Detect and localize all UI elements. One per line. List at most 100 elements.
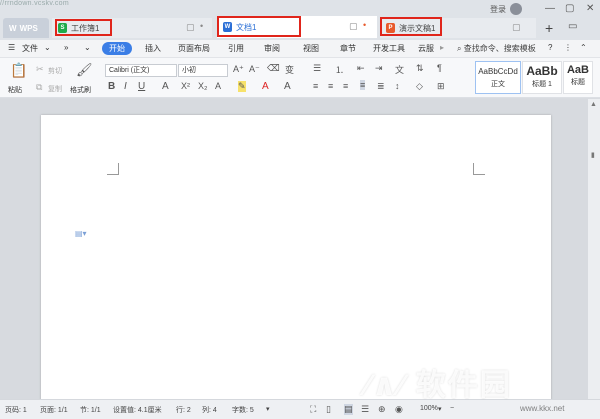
status-page-number[interactable]: 页码: 1: [5, 405, 27, 415]
format-painter-icon[interactable]: 🖌: [76, 62, 93, 78]
scroll-thumb[interactable]: ▮: [591, 151, 595, 159]
decrease-indent-icon[interactable]: ⇤: [357, 63, 365, 74]
command-search[interactable]: ⌕ 查找命令、搜索模板: [457, 43, 536, 54]
watermark-url: //rrndown.vcskv.com: [0, 0, 69, 7]
menu-view[interactable]: 视图: [303, 43, 319, 54]
style-heading[interactable]: AaB 标题: [563, 61, 593, 94]
bullets-icon[interactable]: ☰: [313, 63, 321, 74]
eye-protection-icon[interactable]: ◉: [395, 404, 403, 415]
paragraph-handle-icon[interactable]: ▤▾: [75, 229, 87, 238]
align-left-icon[interactable]: ≡: [313, 81, 318, 91]
highlight-color-icon[interactable]: ✎: [238, 81, 246, 92]
maximize-icon[interactable]: ▢: [565, 3, 574, 14]
line-spacing-icon[interactable]: ↕: [395, 81, 400, 91]
ribbon-toolbar: 📋 粘贴 ✂ 剪切 ⧉ 复制 🖌 格式刷 Calibri (正文) 小初 A⁺ …: [0, 58, 600, 98]
copy-icon[interactable]: ⧉: [36, 82, 42, 93]
outline-view-icon[interactable]: ☰: [361, 404, 369, 415]
web-view-icon[interactable]: ⊕: [378, 404, 386, 415]
show-marks-icon[interactable]: ¶: [437, 63, 442, 73]
increase-indent-icon[interactable]: ⇥: [375, 63, 383, 74]
grow-font-icon[interactable]: A⁺: [233, 64, 244, 75]
status-row[interactable]: 行: 2: [176, 405, 191, 415]
status-word-count[interactable]: 字数: 5: [232, 405, 254, 415]
tab-dot-icon: •: [200, 21, 204, 31]
read-mode-icon[interactable]: ▯: [326, 404, 331, 415]
shading-icon[interactable]: ◇: [416, 81, 423, 92]
align-right-icon[interactable]: ≡: [343, 81, 348, 91]
justify-icon[interactable]: ≡: [360, 80, 366, 90]
collapse-ribbon-icon[interactable]: ⌃: [580, 43, 587, 52]
borders-icon[interactable]: ⊞: [437, 81, 445, 92]
close-icon[interactable]: ✕: [586, 3, 594, 14]
search-label: 查找命令、搜索模板: [463, 44, 536, 53]
more-options-icon[interactable]: ⋮: [564, 43, 572, 52]
document-canvas: ▤▾: [0, 99, 588, 405]
menu-review[interactable]: 审阅: [264, 43, 280, 54]
menu-references[interactable]: 引用: [228, 43, 244, 54]
status-set-value[interactable]: 设置值: 4.1厘米: [113, 405, 162, 415]
help-icon[interactable]: ?: [548, 43, 552, 52]
vertical-scrollbar[interactable]: ▲ ▮: [588, 99, 600, 399]
style-normal[interactable]: AaBbCcDd 正文: [475, 61, 521, 94]
zoom-level[interactable]: 100%: [420, 405, 438, 412]
font-name-select[interactable]: Calibri (正文): [105, 64, 177, 77]
search-icon: ⌕: [457, 44, 462, 53]
char-shading-icon[interactable]: A: [284, 81, 291, 92]
menu-cloud[interactable]: 云服: [418, 43, 434, 54]
superscript-icon[interactable]: X²: [181, 81, 190, 91]
new-tab-plus-icon[interactable]: +: [545, 20, 553, 36]
page-view-icon[interactable]: ▤: [344, 404, 353, 415]
phonetic-icon[interactable]: 变: [285, 63, 294, 76]
fullscreen-icon[interactable]: ⛶: [310, 404, 316, 415]
login-link[interactable]: 登录: [490, 4, 506, 15]
status-pages[interactable]: 页面: 1/1: [40, 405, 68, 415]
menu-insert[interactable]: 插入: [145, 43, 161, 54]
underline-icon[interactable]: U: [138, 81, 145, 92]
font-color-icon[interactable]: A: [262, 81, 269, 92]
chevron-down-icon[interactable]: ⌄: [84, 43, 91, 52]
distributed-icon[interactable]: ≣: [377, 81, 385, 92]
zoom-dropdown-icon[interactable]: ▾: [438, 405, 442, 413]
subscript-icon[interactable]: X₂: [198, 81, 208, 91]
more-icon[interactable]: ▸: [440, 43, 444, 52]
paste-icon[interactable]: 📋: [10, 62, 27, 79]
margin-corner-mark: [107, 163, 119, 175]
clear-format-icon[interactable]: ⌫: [267, 63, 280, 74]
watermark-site: www.kkx.net: [520, 404, 565, 413]
cloud-status-icon: ▢: [349, 21, 358, 31]
menu-file[interactable]: 文件: [22, 43, 38, 54]
strikethrough-icon[interactable]: A: [162, 81, 169, 92]
style-name: 正文: [491, 81, 505, 88]
menu-developer[interactable]: 开发工具: [373, 43, 405, 54]
tab-wps-home[interactable]: W WPS: [3, 18, 49, 38]
style-sample: AaB: [566, 64, 589, 76]
style-heading-1[interactable]: AaBb 标题 1: [522, 61, 562, 94]
text-effect-icon[interactable]: A: [215, 81, 221, 91]
window-layout-icon[interactable]: ▭: [568, 21, 577, 32]
chinese-layout-icon[interactable]: 文: [395, 63, 404, 76]
status-section[interactable]: 节: 1/1: [80, 405, 101, 415]
sort-icon[interactable]: ⇅: [416, 63, 424, 74]
zoom-out-icon[interactable]: −: [450, 405, 454, 412]
tab-wps-label: WPS: [19, 23, 38, 33]
spell-check-icon[interactable]: ▾: [266, 405, 270, 413]
avatar[interactable]: [510, 3, 522, 15]
bold-icon[interactable]: B: [108, 81, 115, 92]
cut-icon[interactable]: ✂: [36, 64, 44, 75]
status-column[interactable]: 列: 4: [202, 405, 217, 415]
minimize-icon[interactable]: —: [545, 3, 555, 14]
chevron-down-icon[interactable]: ⌄: [44, 43, 51, 52]
shrink-font-icon[interactable]: A⁻: [249, 64, 260, 75]
scroll-up-icon[interactable]: ▲: [590, 101, 597, 108]
numbering-icon[interactable]: ⒈: [335, 63, 344, 76]
align-center-icon[interactable]: ≡: [328, 81, 333, 91]
menu-chapter[interactable]: 章节: [340, 43, 356, 54]
menu-start[interactable]: 开始: [102, 42, 132, 55]
more-icon[interactable]: »: [64, 43, 68, 52]
hamburger-icon[interactable]: ☰: [8, 43, 15, 52]
wps-logo-icon: W: [9, 23, 17, 33]
menu-page-layout[interactable]: 页面布局: [178, 43, 210, 54]
style-name: 标题: [571, 79, 585, 86]
font-size-select[interactable]: 小初: [178, 64, 228, 77]
italic-icon[interactable]: I: [124, 81, 127, 92]
